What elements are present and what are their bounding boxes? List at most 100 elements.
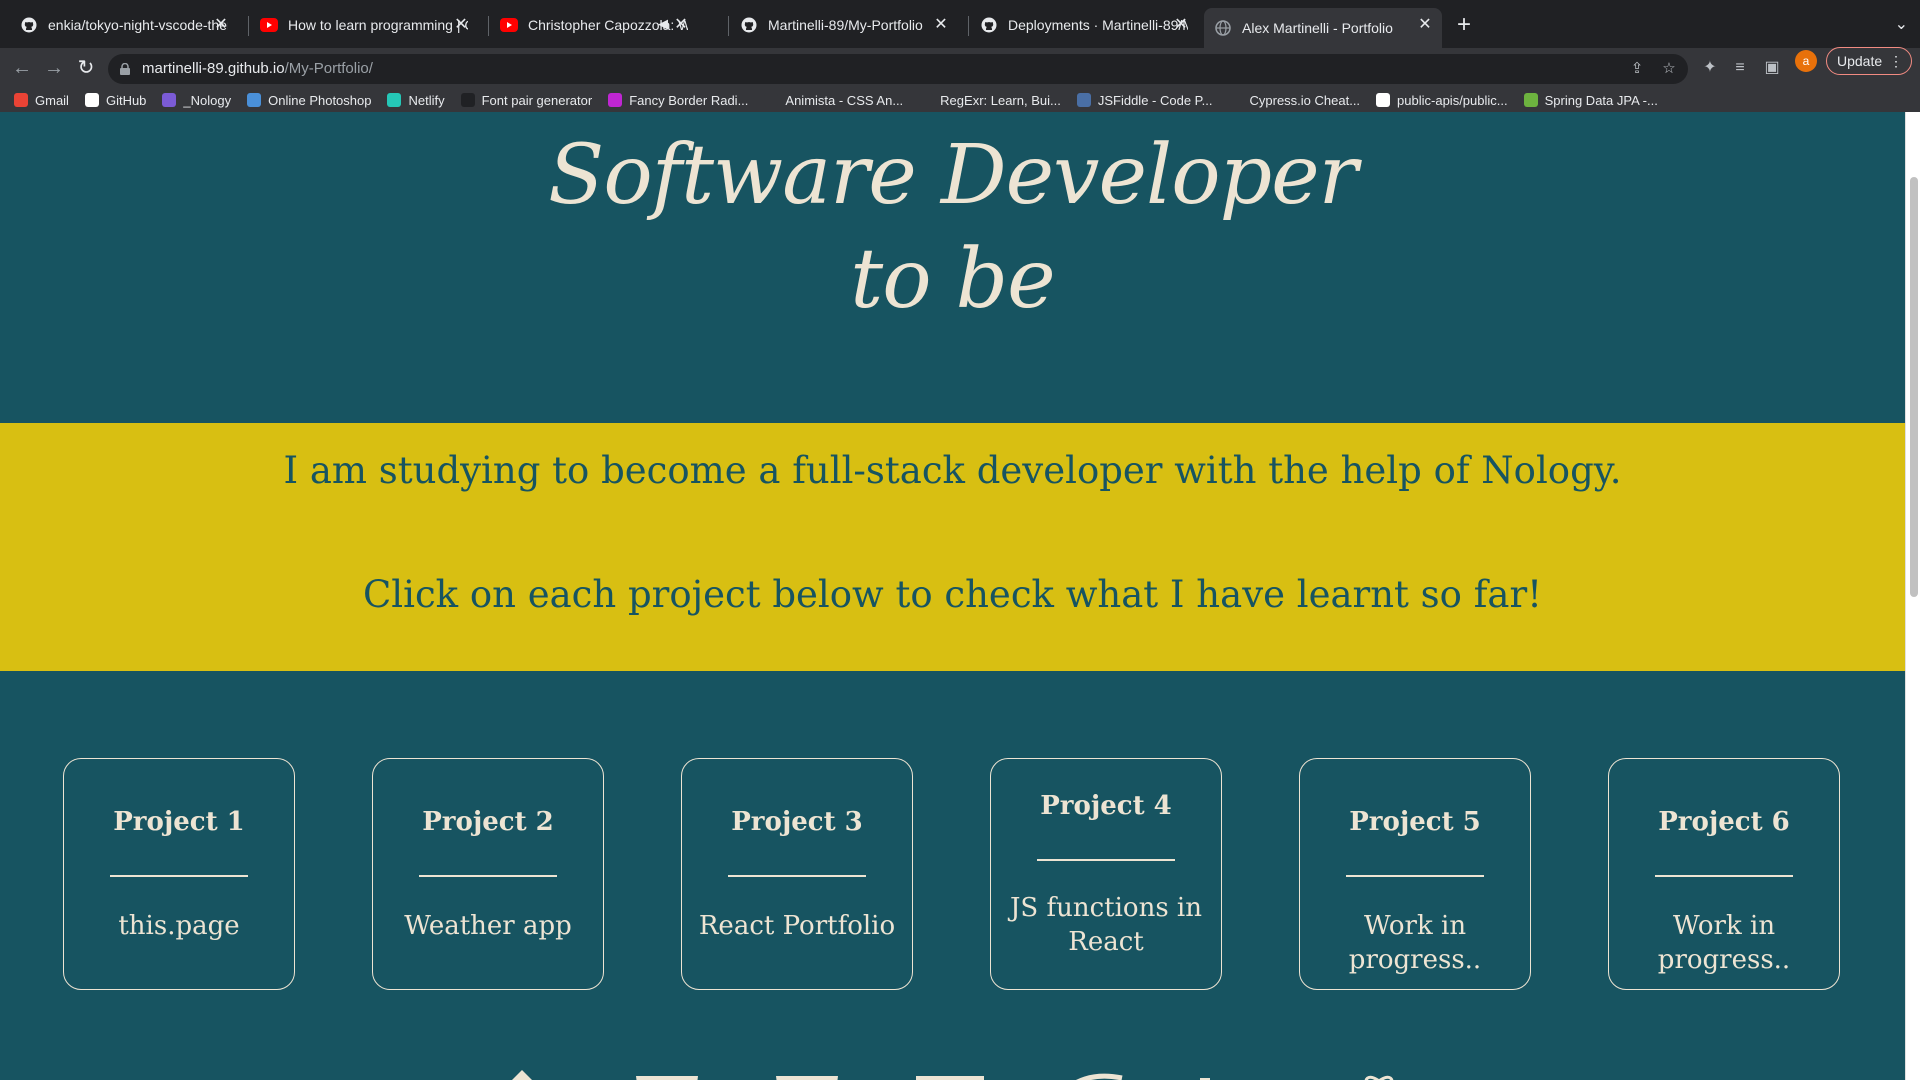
- bookmark-item[interactable]: Online Photoshop: [247, 93, 371, 108]
- tab-christopher[interactable]: Christopher Capozzola: Wo ◀︎ ✕: [490, 8, 698, 42]
- tab-separator: [488, 16, 489, 36]
- project-description: JS functions in React: [1009, 893, 1202, 957]
- close-tab-icon[interactable]: ✕: [672, 16, 690, 34]
- speaker-icon[interactable]: ◀︎: [658, 16, 668, 32]
- scrollbar-thumb[interactable]: [1910, 177, 1918, 597]
- project-card-3[interactable]: Project 3 React Portfolio: [681, 758, 913, 990]
- tab-my-portfolio-repo[interactable]: Martinelli-89/My-Portfolio ✕: [730, 8, 958, 42]
- github-icon: [20, 16, 38, 34]
- hero-heading: Software Developer to be: [0, 124, 1905, 332]
- bookmark-label: _Nology: [183, 92, 232, 108]
- url-host: martinelli-89.github.io: [142, 60, 285, 77]
- divider: [1037, 859, 1175, 861]
- tab-title: Deployments · Martinelli-89/My: [1008, 17, 1188, 33]
- project-description: Weather app: [404, 911, 572, 941]
- reading-list-icon[interactable]: ≡: [1730, 58, 1750, 78]
- project-title: Project 1: [113, 807, 245, 837]
- project-description: Work in progress..: [1348, 911, 1482, 975]
- url-text: martinelli-89.github.io/My-Portfolio/: [142, 60, 373, 77]
- tab-separator: [248, 16, 249, 36]
- tab-search-chevron-icon[interactable]: ⌄: [1895, 14, 1908, 34]
- more-menu-icon[interactable]: ⋮: [1889, 48, 1903, 74]
- pencil-icon: [512, 1070, 532, 1080]
- bookmark-item[interactable]: _Nology: [162, 93, 231, 108]
- bookmark-item[interactable]: Gmail: [14, 93, 69, 108]
- update-button[interactable]: Update ⋮: [1826, 47, 1912, 75]
- bookmark-label: Gmail: [35, 92, 69, 108]
- forward-button[interactable]: →: [42, 56, 66, 80]
- reload-button[interactable]: ↻: [74, 56, 98, 80]
- bookmark-label: Online Photoshop: [268, 92, 372, 108]
- bookmark-label: Fancy Border Radi...: [629, 92, 749, 108]
- project-card-4[interactable]: Project 4 JS functions in React: [990, 758, 1222, 990]
- github-icon: [1376, 93, 1391, 107]
- update-label: Update: [1837, 53, 1883, 69]
- bookmark-item[interactable]: Fancy Border Radi...: [608, 93, 748, 108]
- tab-how-to-learn[interactable]: How to learn programming | Ch ✕: [250, 8, 478, 42]
- bookmark-star-icon[interactable]: ☆: [1660, 60, 1678, 78]
- cypress-icon: [1228, 93, 1243, 107]
- close-tab-icon[interactable]: ✕: [212, 16, 230, 34]
- bookmark-item[interactable]: GitHub: [84, 92, 147, 108]
- divider: [1655, 875, 1793, 877]
- tab-title: How to learn programming | Ch: [288, 17, 468, 33]
- bookmark-item[interactable]: Spring Data JPA -...: [1523, 93, 1658, 108]
- project-card-2[interactable]: Project 2 Weather app: [372, 758, 604, 990]
- regex-icon: [919, 93, 934, 107]
- bookmark-item[interactable]: Netlify: [387, 92, 445, 108]
- url-path: /My-Portfolio/: [284, 60, 373, 77]
- bookmark-item[interactable]: RegExr: Learn, Bui...: [919, 93, 1061, 108]
- tab-alex-martinelli-portfolio[interactable]: Alex Martinelli - Portfolio ✕: [1204, 8, 1442, 48]
- extensions-icon[interactable]: ✦: [1700, 58, 1720, 78]
- project-title: Project 2: [422, 807, 554, 837]
- close-tab-icon[interactable]: ✕: [1172, 16, 1190, 34]
- tab-tokyo-night[interactable]: enkia/tokyo-night-vscode-ther ✕: [10, 8, 238, 42]
- cloud-icon: [1076, 93, 1091, 107]
- project-card-5[interactable]: Project 5 Work in progress..: [1299, 758, 1531, 990]
- project-title: Project 3: [731, 807, 863, 837]
- bookmark-label: Cypress.io Cheat...: [1249, 92, 1361, 108]
- info-icon: [1200, 1078, 1210, 1080]
- bookmark-label: Animista - CSS An...: [785, 92, 904, 108]
- tab-title: Martinelli-89/My-Portfolio: [768, 17, 923, 33]
- bookmark-label: Font pair generator: [481, 92, 593, 108]
- close-tab-icon[interactable]: ✕: [932, 16, 950, 34]
- bookmarks-bar: Gmail GitHub _Nology Online Photoshop Netlif…: [0, 88, 1920, 112]
- close-tab-icon[interactable]: ✕: [1416, 16, 1434, 34]
- project-description: React Portfolio: [698, 911, 896, 941]
- hero-line-2: to be: [850, 232, 1055, 327]
- project-card-1[interactable]: Project 1 this.page: [63, 758, 295, 990]
- profile-avatar[interactable]: a: [1795, 50, 1817, 72]
- sass-icon: [1076, 1073, 1123, 1080]
- close-tab-icon[interactable]: ✕: [452, 16, 470, 34]
- project-card-6[interactable]: Project 6 Work in progress..: [1608, 758, 1840, 990]
- tab-title: enkia/tokyo-night-vscode-ther: [48, 17, 228, 33]
- bookmark-item[interactable]: Cypress.io Cheat...: [1228, 92, 1361, 108]
- bookmark-item[interactable]: public-apis/public...: [1376, 93, 1508, 108]
- page-scrollbar[interactable]: [1905, 112, 1920, 1080]
- bookmark-item[interactable]: Animista - CSS An...: [764, 93, 903, 108]
- photo-icon: [247, 93, 262, 107]
- share-icon[interactable]: ⇪: [1628, 60, 1646, 78]
- side-panel-icon[interactable]: ▣: [1762, 58, 1782, 78]
- animista-icon: [764, 93, 779, 107]
- nology-icon: [162, 93, 177, 107]
- bookmark-item[interactable]: Font pair generator: [460, 92, 593, 108]
- github-icon: [980, 16, 998, 34]
- github-icon: [84, 93, 99, 107]
- back-button[interactable]: ←: [10, 56, 34, 80]
- new-tab-button[interactable]: +: [1450, 12, 1478, 40]
- lock-icon: [120, 62, 130, 75]
- bookmark-label: JSFiddle - Code P...: [1097, 92, 1213, 108]
- address-bar[interactable]: martinelli-89.github.io/My-Portfolio/ ⇪ …: [108, 54, 1688, 84]
- bookmark-label: Netlify: [408, 92, 445, 108]
- youtube-icon: [500, 16, 518, 34]
- tab-deployments[interactable]: Deployments · Martinelli-89/My ✕: [970, 8, 1198, 42]
- html5-icon: [636, 1076, 698, 1080]
- globe-icon: [1214, 19, 1232, 37]
- bookmark-label: RegExr: Learn, Bui...: [940, 92, 1061, 108]
- intro-line-1: I am studying to become a full-stack dev…: [283, 449, 1622, 492]
- bookmark-label: GitHub: [105, 92, 147, 108]
- bookmark-item[interactable]: JSFiddle - Code P...: [1076, 92, 1213, 108]
- portfolio-page: Software Developer to be I am studying t…: [0, 112, 1905, 1080]
